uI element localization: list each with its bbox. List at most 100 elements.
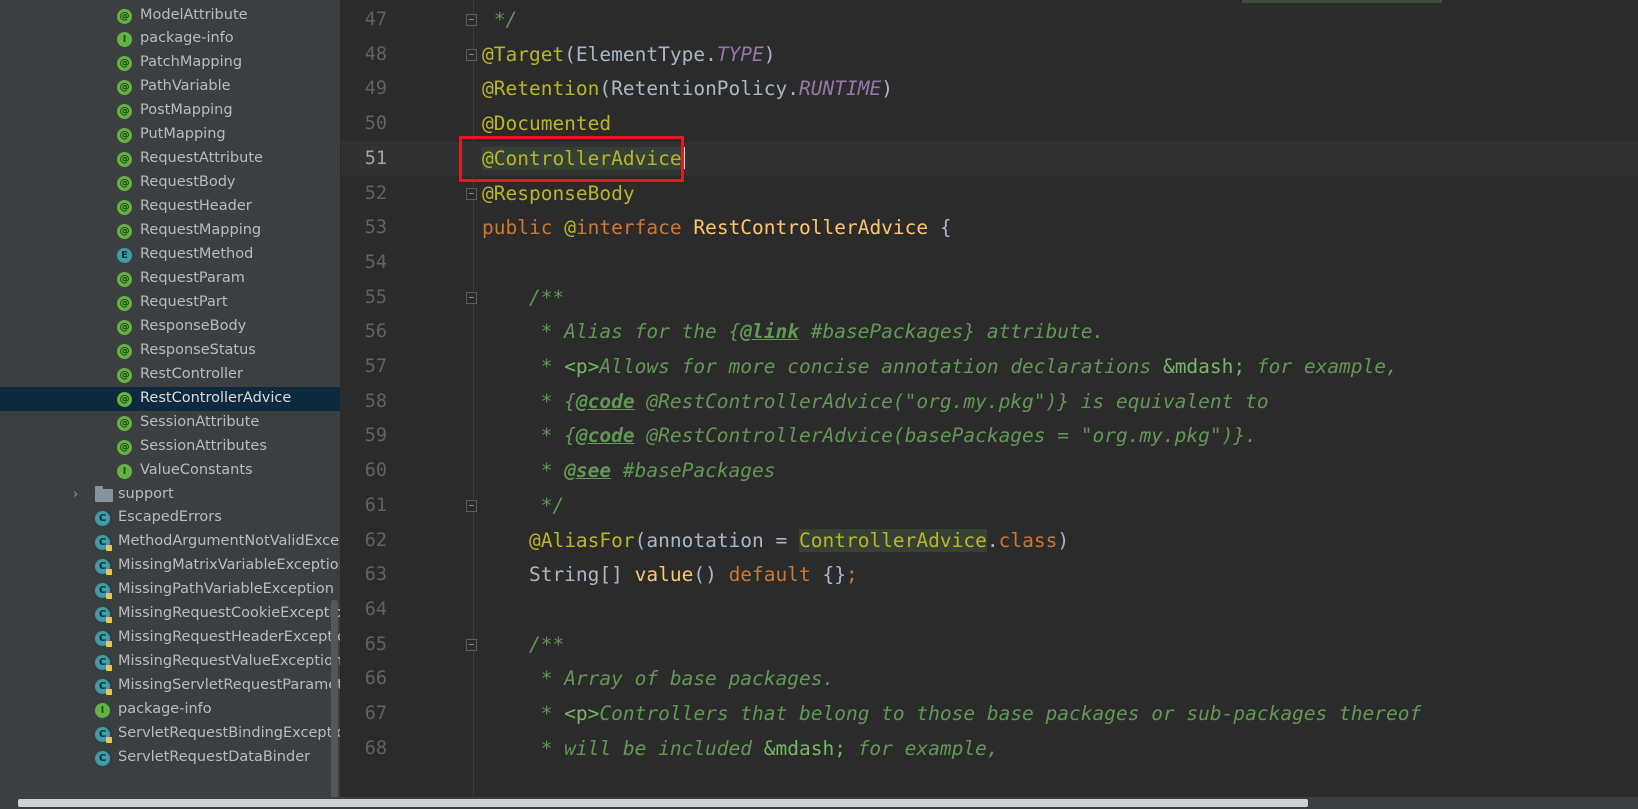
line-number: 57 xyxy=(364,356,387,377)
tree-item-row[interactable]: @ RequestMapping xyxy=(0,219,340,243)
tree-item-row[interactable]: C MissingRequestCookieException xyxy=(0,602,340,626)
class-icon: C xyxy=(95,511,110,527)
tree-item-row[interactable]: C MissingRequestHeaderException xyxy=(0,626,340,650)
line-number: 64 xyxy=(364,598,387,620)
code-line[interactable]: 64 xyxy=(341,593,1638,628)
tree-item-row[interactable]: C MissingServletRequestParameterE xyxy=(0,674,340,698)
tree-item-row[interactable]: @ ResponseStatus xyxy=(0,339,340,363)
code-line[interactable]: 67 * <p>Controllers that belong to those… xyxy=(341,697,1638,732)
code-token: interface xyxy=(575,216,694,240)
code-token: <p> xyxy=(564,355,600,378)
tree-item-row[interactable]: @ RestController xyxy=(0,363,340,387)
tree-item-row[interactable]: @ RequestAttribute xyxy=(0,147,340,171)
tree-item-label: ValueConstants xyxy=(140,461,253,478)
tree-item-label: MissingPathVariableException xyxy=(118,581,334,598)
tree-item-label: RestController xyxy=(140,365,243,382)
code-text: * Alias for the {@link #basePackages} at… xyxy=(482,315,1105,350)
line-number: 47 xyxy=(364,9,387,30)
tree-item-label: ResponseBody xyxy=(140,317,247,334)
exception-class-icon: C xyxy=(95,535,112,552)
code-token: @see xyxy=(564,459,612,483)
code-token: for example, xyxy=(1245,355,1398,378)
tree-item-row[interactable]: C EscapedErrors xyxy=(0,506,340,530)
annotation-icon: @ xyxy=(117,128,132,144)
code-editor[interactable]: 47 */ 48 @Target(ElementType.TYPE) 49 @Reten… xyxy=(341,0,1638,809)
code-line[interactable]: 54 xyxy=(341,246,1638,281)
tree-folder-row[interactable]: › support xyxy=(0,483,340,507)
code-token: */ xyxy=(482,8,518,31)
code-line[interactable]: 53 public @interface RestControllerAdvice… xyxy=(341,211,1638,246)
code-token: public xyxy=(482,216,565,240)
line-number: 63 xyxy=(364,564,387,586)
code-line[interactable]: 56 * Alias for the {@link #basePackages}… xyxy=(341,315,1638,350)
code-line[interactable]: 63 String[] value() default {}; xyxy=(341,558,1638,593)
annotation-icon: @ xyxy=(117,439,132,455)
code-token: . xyxy=(986,528,999,552)
tree-item-row[interactable]: C MissingMatrixVariableException xyxy=(0,554,340,578)
horizontal-scrollbar-thumb[interactable] xyxy=(18,799,1308,807)
code-token: Allows for more concise annotation decla… xyxy=(599,355,1163,378)
tree-item-row[interactable]: C MissingPathVariableException xyxy=(0,578,340,602)
tree-item-row[interactable]: C MissingRequestValueException xyxy=(0,650,340,674)
tree-item-row[interactable]: @ RequestHeader xyxy=(0,195,340,219)
fold-marker-icon[interactable] xyxy=(466,638,477,651)
tree-item-row[interactable]: C ServletRequestBindingException xyxy=(0,722,340,746)
fold-marker-icon[interactable] xyxy=(466,499,477,512)
horizontal-scrollbar[interactable] xyxy=(0,797,1638,809)
line-number: 60 xyxy=(364,460,387,482)
project-tree[interactable]: @ ModelAttribute Ipackage-info @ PatchMappin… xyxy=(0,0,340,809)
code-line[interactable]: 59 * {@code @RestControllerAdvice(basePa… xyxy=(341,419,1638,454)
tree-item-row[interactable]: @ ResponseBody xyxy=(0,315,340,339)
code-line[interactable]: 68 * will be included &mdash; for exampl… xyxy=(341,732,1638,767)
annotation-icon: @ xyxy=(117,224,132,240)
fold-marker-icon[interactable] xyxy=(466,291,477,304)
tree-item-row[interactable]: C ServletRequestDataBinder xyxy=(0,746,340,770)
tree-item-row[interactable]: @ RequestPart xyxy=(0,291,340,315)
code-line[interactable]: 48 @Target(ElementType.TYPE) xyxy=(341,38,1638,73)
tree-item-row[interactable]: @ RequestBody xyxy=(0,171,340,195)
code-token: Controllers that belong to those base pa… xyxy=(599,702,1422,725)
code-token: ; xyxy=(845,563,858,587)
tree-item-row[interactable]: C MethodArgumentNotValidExcept xyxy=(0,530,340,554)
tree-item-row[interactable]: I ValueConstants xyxy=(0,459,340,483)
code-token: String[] xyxy=(482,563,635,587)
tree-item-row[interactable]: @ SessionAttributes xyxy=(0,435,340,459)
fold-marker-icon[interactable] xyxy=(466,14,477,26)
tree-item-row[interactable]: @ PostMapping xyxy=(0,99,340,123)
code-text: * will be included &mdash; for example, xyxy=(482,732,999,767)
annotation-icon: @ xyxy=(117,152,132,168)
code-line[interactable]: 62 @AliasFor(annotation = ControllerAdvi… xyxy=(341,524,1638,559)
project-tree-scrollbar[interactable] xyxy=(331,600,338,800)
code-text: */ xyxy=(482,489,565,524)
tree-item-row[interactable]: Ipackage-info xyxy=(0,698,340,722)
code-token: * Alias for the { xyxy=(482,320,741,344)
code-line[interactable]: 66 * Array of base packages. xyxy=(341,662,1638,697)
code-token: @RestControllerAdvice(basePackages = "or… xyxy=(634,424,1257,448)
tree-item-row[interactable]: E RequestMethod xyxy=(0,243,340,267)
tree-item-row[interactable]: Ipackage-info xyxy=(0,27,340,51)
code-line[interactable]: 55 /** xyxy=(341,281,1638,316)
tree-item-row[interactable]: @ SessionAttribute xyxy=(0,411,340,435)
code-line[interactable]: 65 /** xyxy=(341,628,1638,663)
tree-item-row[interactable]: @ ModelAttribute xyxy=(0,4,340,28)
fold-marker-icon[interactable] xyxy=(466,48,477,61)
fold-marker-icon[interactable] xyxy=(466,187,477,200)
code-token: &mdash; xyxy=(1162,355,1246,378)
tree-item-label: SessionAttributes xyxy=(140,437,267,454)
tree-item-row[interactable]: @ PathVariable xyxy=(0,75,340,99)
code-line[interactable]: 49 @Retention(RetentionPolicy.RUNTIME) xyxy=(341,72,1638,107)
code-token: TYPE xyxy=(716,42,764,66)
code-line[interactable]: 47 */ xyxy=(341,3,1638,38)
tree-item-row[interactable]: @ RestControllerAdvice xyxy=(0,386,340,411)
code-token: () xyxy=(693,563,729,587)
tree-item-row[interactable]: @ PatchMapping xyxy=(0,51,340,75)
chevron-right-icon[interactable]: › xyxy=(73,487,83,502)
line-number: 67 xyxy=(364,703,387,724)
tree-item-row[interactable]: @ RequestParam xyxy=(0,267,340,291)
code-line[interactable]: 57 * <p>Allows for more concise annotati… xyxy=(341,350,1638,385)
tree-item-row[interactable]: @ PutMapping xyxy=(0,123,340,147)
tree-item-label: ServletRequestBindingException xyxy=(118,725,340,741)
code-line[interactable]: 60 * @see #basePackages xyxy=(341,454,1638,489)
code-line[interactable]: 58 * {@code @RestControllerAdvice("org.m… xyxy=(341,385,1638,420)
code-line[interactable]: 61 */ xyxy=(341,489,1638,524)
